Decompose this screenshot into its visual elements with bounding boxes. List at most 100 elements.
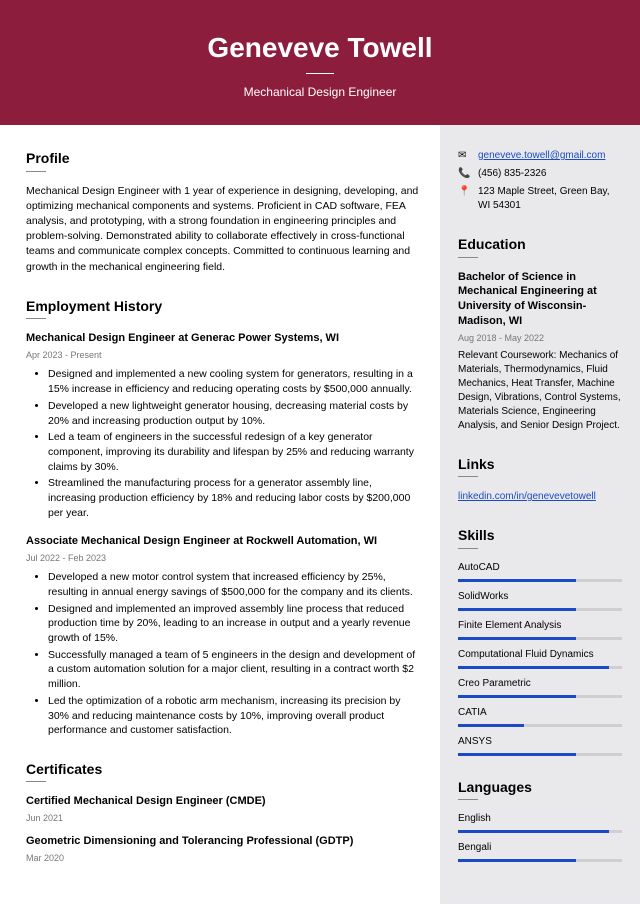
skill-name: Creo Parametric — [458, 677, 622, 691]
skill-fill — [458, 830, 609, 833]
skill-row: Finite Element Analysis — [458, 619, 622, 640]
education-degree: Bachelor of Science in Mechanical Engine… — [458, 270, 622, 329]
skill-fill — [458, 579, 576, 582]
contact-section: ✉ geneveve.towell@gmail.com 📞 (456) 835-… — [458, 149, 622, 213]
job-bullet: Led the optimization of a robotic arm me… — [48, 694, 420, 738]
skill-fill — [458, 637, 576, 640]
skill-name: Finite Element Analysis — [458, 619, 622, 633]
skill-name: AutoCAD — [458, 561, 622, 575]
skill-row: Bengali — [458, 841, 622, 862]
job-item: Mechanical Design Engineer at Generac Po… — [26, 331, 420, 520]
underline — [26, 171, 46, 172]
contact-email: ✉ geneveve.towell@gmail.com — [458, 149, 622, 163]
education-dates: Aug 2018 - May 2022 — [458, 332, 622, 345]
skill-bar — [458, 637, 622, 640]
link-item[interactable]: linkedin.com/in/genevevetowell — [458, 491, 596, 502]
skill-row: AutoCAD — [458, 561, 622, 582]
skills-heading: Skills — [458, 526, 622, 546]
job-dates: Apr 2023 - Present — [26, 349, 420, 362]
skill-row: SolidWorks — [458, 590, 622, 611]
contact-address: 📍 123 Maple Street, Green Bay, WI 54301 — [458, 185, 622, 213]
underline — [26, 781, 46, 782]
skill-bar — [458, 579, 622, 582]
skill-bar — [458, 859, 622, 862]
skill-name: Bengali — [458, 841, 622, 855]
job-title: Mechanical Design Engineer at Generac Po… — [26, 331, 420, 346]
email-link[interactable]: geneveve.towell@gmail.com — [478, 149, 605, 163]
skill-row: ANSYS — [458, 735, 622, 756]
certificates-heading: Certificates — [26, 760, 420, 780]
cert-item: Geometric Dimensioning and Tolerancing P… — [26, 834, 420, 864]
underline — [458, 476, 478, 477]
cert-item: Certified Mechanical Design Engineer (CM… — [26, 794, 420, 824]
skill-bar — [458, 608, 622, 611]
skill-row: Creo Parametric — [458, 677, 622, 698]
skill-fill — [458, 666, 609, 669]
job-item: Associate Mechanical Design Engineer at … — [26, 534, 420, 738]
underline — [458, 548, 478, 549]
job-subtitle: Mechanical Design Engineer — [0, 84, 640, 101]
job-bullet: Successfully managed a team of 5 enginee… — [48, 648, 420, 692]
job-bullets: Designed and implemented a new cooling s… — [26, 367, 420, 520]
skill-row: English — [458, 812, 622, 833]
education-text: Relevant Coursework: Mechanics of Materi… — [458, 349, 622, 433]
skill-fill — [458, 859, 576, 862]
languages-container: English Bengali — [458, 812, 622, 862]
links-section: Links linkedin.com/in/genevevetowell — [458, 455, 622, 505]
location-icon: 📍 — [458, 185, 470, 199]
skill-name: ANSYS — [458, 735, 622, 749]
cert-title: Geometric Dimensioning and Tolerancing P… — [26, 834, 420, 849]
profile-heading: Profile — [26, 149, 420, 169]
job-bullet: Designed and implemented an improved ass… — [48, 602, 420, 646]
skill-bar — [458, 695, 622, 698]
phone-text: (456) 835-2326 — [478, 167, 546, 181]
right-column: ✉ geneveve.towell@gmail.com 📞 (456) 835-… — [440, 125, 640, 904]
underline — [458, 799, 478, 800]
jobs-container: Mechanical Design Engineer at Generac Po… — [26, 331, 420, 737]
skill-row: Computational Fluid Dynamics — [458, 648, 622, 669]
resume-header: Geneveve Towell Mechanical Design Engine… — [0, 0, 640, 125]
skill-row: CATIA — [458, 706, 622, 727]
education-heading: Education — [458, 235, 622, 255]
skills-section: Skills AutoCAD SolidWorks Finite Element A… — [458, 526, 622, 756]
skill-name: SolidWorks — [458, 590, 622, 604]
skill-bar — [458, 666, 622, 669]
job-bullet: Developed a new motor control system tha… — [48, 570, 420, 599]
person-name: Geneveve Towell — [0, 28, 640, 67]
underline — [26, 318, 46, 319]
links-heading: Links — [458, 455, 622, 475]
job-bullet: Streamlined the manufacturing process fo… — [48, 476, 420, 520]
cert-title: Certified Mechanical Design Engineer (CM… — [26, 794, 420, 809]
contact-phone: 📞 (456) 835-2326 — [458, 167, 622, 181]
skills-container: AutoCAD SolidWorks Finite Element Analysis… — [458, 561, 622, 756]
skill-fill — [458, 753, 576, 756]
languages-section: Languages English Bengali — [458, 778, 622, 863]
education-section: Education Bachelor of Science in Mechani… — [458, 235, 622, 433]
job-dates: Jul 2022 - Feb 2023 — [26, 552, 420, 565]
skill-bar — [458, 753, 622, 756]
skill-fill — [458, 695, 576, 698]
profile-text: Mechanical Design Engineer with 1 year o… — [26, 184, 420, 275]
main-content: Profile Mechanical Design Engineer with … — [0, 125, 640, 904]
skill-bar — [458, 830, 622, 833]
skill-fill — [458, 608, 576, 611]
skill-name: CATIA — [458, 706, 622, 720]
header-underline — [306, 73, 334, 74]
certs-container: Certified Mechanical Design Engineer (CM… — [26, 794, 420, 864]
skill-bar — [458, 724, 622, 727]
employment-heading: Employment History — [26, 297, 420, 317]
left-column: Profile Mechanical Design Engineer with … — [0, 125, 440, 904]
job-title: Associate Mechanical Design Engineer at … — [26, 534, 420, 549]
phone-icon: 📞 — [458, 167, 470, 181]
languages-heading: Languages — [458, 778, 622, 798]
cert-date: Jun 2021 — [26, 812, 420, 825]
underline — [458, 257, 478, 258]
address-text: 123 Maple Street, Green Bay, WI 54301 — [478, 185, 622, 213]
cert-date: Mar 2020 — [26, 852, 420, 865]
skill-fill — [458, 724, 524, 727]
job-bullet: Developed a new lightweight generator ho… — [48, 399, 420, 428]
job-bullet: Led a team of engineers in the successfu… — [48, 430, 420, 474]
job-bullets: Developed a new motor control system tha… — [26, 570, 420, 738]
job-bullet: Designed and implemented a new cooling s… — [48, 367, 420, 396]
skill-name: English — [458, 812, 622, 826]
